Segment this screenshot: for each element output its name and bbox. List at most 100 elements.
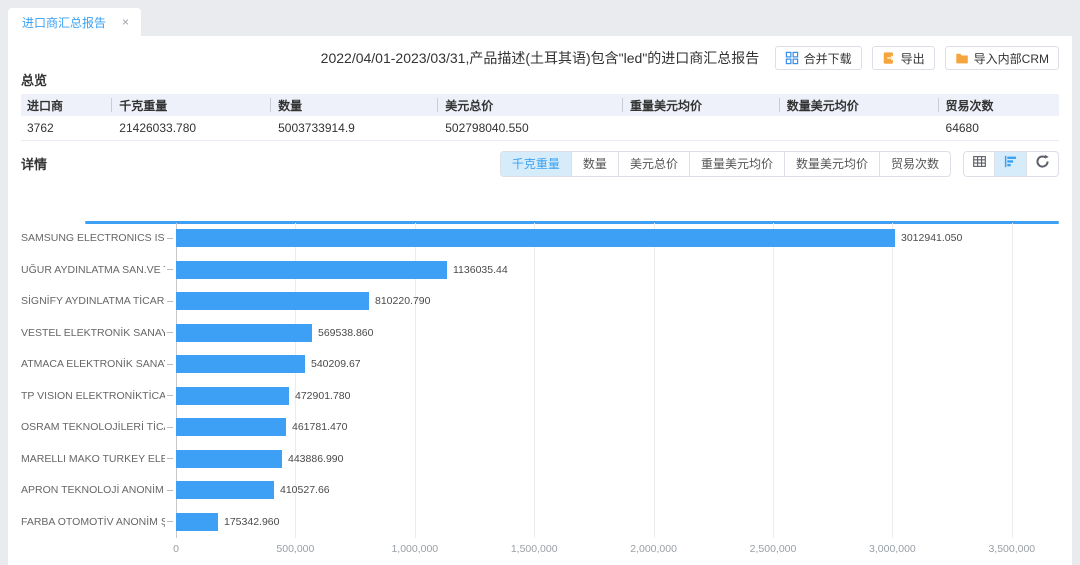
x-axis-tick-label: 0 bbox=[173, 543, 179, 555]
import-crm-icon bbox=[955, 51, 969, 65]
overview-column-header: 千克重量 bbox=[111, 94, 270, 116]
bar[interactable] bbox=[176, 229, 895, 247]
chart-row: SAMSUNG ELECTRONICS ISTANBUL P... 3012941… bbox=[21, 223, 1059, 255]
metric-tab-1[interactable]: 千克重量 bbox=[500, 151, 572, 177]
metric-tab-2[interactable]: 数量 bbox=[572, 151, 619, 177]
bar-category-label: APRON TEKNOLOJİ ANONİM ŞİRKETİ bbox=[21, 484, 165, 496]
bar-value-label: 3012941.050 bbox=[901, 232, 962, 244]
x-axis-tick-label: 2,000,000 bbox=[630, 543, 677, 555]
bar-value-label: 443886.990 bbox=[288, 453, 343, 465]
bar-chart-view-button[interactable] bbox=[995, 151, 1027, 177]
details-toolbar: 详情 千克重量数量美元总价重量美元均价数量美元均价贸易次数 bbox=[21, 151, 1059, 177]
bar[interactable] bbox=[176, 355, 305, 373]
export-icon bbox=[882, 51, 896, 65]
chart-row: FARBA OTOMOTİV ANONİM ŞİRKETİ 175342.960 bbox=[21, 506, 1059, 538]
importer-bar-chart: SAMSUNG ELECTRONICS ISTANBUL P... 3012941… bbox=[21, 221, 1059, 565]
overview-cell: 3762 bbox=[21, 116, 111, 140]
chart-row: APRON TEKNOLOJİ ANONİM ŞİRKETİ 410527.66 bbox=[21, 475, 1059, 507]
overview-header-row: 进口商千克重量数量美元总价重量美元均价数量美元均价贸易次数 bbox=[21, 94, 1059, 116]
export-button[interactable]: 导出 bbox=[872, 46, 935, 70]
chart-row: SİGNİFY AYDINLATMA TİCARET ANO... 810220.… bbox=[21, 286, 1059, 318]
x-axis: 0 500,000 1,000,000 1,500,000 2,000,000 2,500… bbox=[176, 543, 1059, 557]
chart-rows: SAMSUNG ELECTRONICS ISTANBUL P... 3012941… bbox=[21, 223, 1059, 538]
bar-track: 410527.66 bbox=[176, 475, 1059, 507]
bar-category-label: ATMACA ELEKTRONİK SANAYİ VE Tİ... bbox=[21, 358, 165, 370]
bar-value-label: 540209.67 bbox=[311, 358, 361, 370]
bar[interactable] bbox=[176, 450, 282, 468]
button-label: 导入内部CRM bbox=[974, 50, 1049, 67]
overview-cell: 64680 bbox=[938, 116, 1059, 140]
x-axis-tick-label: 3,000,000 bbox=[869, 543, 916, 555]
overview-cell: 5003733914.9 bbox=[270, 116, 437, 140]
tab-close-icon[interactable]: × bbox=[122, 16, 129, 28]
overview-column-header: 数量美元均价 bbox=[779, 94, 938, 116]
bar[interactable] bbox=[176, 261, 447, 279]
bar-category-label: VESTEL ELEKTRONİK SANAYİ VE Tİ... bbox=[21, 327, 165, 339]
overview-column-header: 数量 bbox=[270, 94, 437, 116]
overview-section-label: 总览 bbox=[21, 74, 1059, 88]
bar-value-label: 569538.860 bbox=[318, 327, 373, 339]
chart-row: TP VISION ELEKTRONİKTİCARET AN...472901.… bbox=[21, 380, 1059, 412]
axis-tick bbox=[167, 269, 173, 270]
header-actions: 合并下载 导出 导入内部CRM bbox=[775, 46, 1059, 70]
import-internal-crm-button[interactable]: 导入内部CRM bbox=[945, 46, 1059, 70]
bar-track: 3012941.050 bbox=[176, 223, 1059, 255]
x-axis-tick-label: 1,500,000 bbox=[511, 543, 558, 555]
chart-row: UĞUR AYDINLATMA SAN.VE TİC.LTD...1136035… bbox=[21, 254, 1059, 286]
metric-tab-4[interactable]: 重量美元均价 bbox=[690, 151, 785, 177]
bar-category-label: SİGNİFY AYDINLATMA TİCARET ANO... bbox=[21, 295, 165, 307]
table-icon bbox=[972, 154, 987, 174]
chart-row: MARELLI MAKO TURKEY ELEKTRİK S... 443886.… bbox=[21, 443, 1059, 475]
bar-category-label: OSRAM TEKNOLOJİLERİ TİCARET AN... bbox=[21, 421, 165, 433]
x-axis-tick-label: 1,000,000 bbox=[391, 543, 438, 555]
bar-value-label: 410527.66 bbox=[280, 484, 330, 496]
bar[interactable] bbox=[176, 481, 274, 499]
table-view-button[interactable] bbox=[963, 151, 995, 177]
axis-tick bbox=[167, 427, 173, 428]
bar-track: 540209.67 bbox=[176, 349, 1059, 381]
bar-category-label: MARELLI MAKO TURKEY ELEKTRİK S... bbox=[21, 453, 165, 465]
bar-chart-icon bbox=[1003, 154, 1018, 174]
title-row: 2022/04/01-2023/03/31,产品描述(土耳其语)包含"led"的… bbox=[21, 46, 1059, 68]
bar-category-label: UĞUR AYDINLATMA SAN.VE TİC.LTD... bbox=[21, 264, 165, 276]
tab-import-summary-report[interactable]: 进口商汇总报告 × bbox=[8, 8, 141, 36]
overview-cell: 502798040.550 bbox=[437, 116, 622, 140]
bar[interactable] bbox=[176, 387, 289, 405]
bar-category-label: SAMSUNG ELECTRONICS ISTANBUL P... bbox=[21, 232, 165, 244]
bar-track: 175342.960 bbox=[176, 506, 1059, 538]
overview-data-row: 376221426033.7805003733914.9502798040.55… bbox=[21, 116, 1059, 140]
x-axis-tick-label: 2,500,000 bbox=[750, 543, 797, 555]
bar[interactable] bbox=[176, 418, 286, 436]
overview-column-header: 美元总价 bbox=[437, 94, 622, 116]
x-axis-tick-label: 3,500,000 bbox=[988, 543, 1035, 555]
axis-tick bbox=[167, 301, 173, 302]
refresh-button[interactable] bbox=[1027, 151, 1059, 177]
overview-table: 进口商千克重量数量美元总价重量美元均价数量美元均价贸易次数37622142603… bbox=[21, 94, 1059, 141]
details-section-label: 详情 bbox=[21, 154, 47, 173]
refresh-icon bbox=[1035, 154, 1050, 174]
axis-tick bbox=[167, 490, 173, 491]
metric-tab-3[interactable]: 美元总价 bbox=[619, 151, 690, 177]
bar-category-label: TP VISION ELEKTRONİKTİCARET AN... bbox=[21, 390, 165, 402]
overview-cell: 21426033.780 bbox=[111, 116, 270, 140]
view-tool-group bbox=[963, 151, 1059, 177]
axis-tick bbox=[167, 332, 173, 333]
bar-track: 810220.790 bbox=[176, 286, 1059, 318]
bar-category-label: FARBA OTOMOTİV ANONİM ŞİRKETİ bbox=[21, 516, 165, 528]
merge-download-button[interactable]: 合并下载 bbox=[775, 46, 862, 70]
bar[interactable] bbox=[176, 513, 218, 531]
metric-tab-6[interactable]: 贸易次数 bbox=[880, 151, 951, 177]
bar[interactable] bbox=[176, 324, 312, 342]
chart-row: ATMACA ELEKTRONİK SANAYİ VE Tİ... 540209.… bbox=[21, 349, 1059, 381]
x-axis-tick-label: 500,000 bbox=[276, 543, 314, 555]
bar[interactable] bbox=[176, 292, 369, 310]
axis-tick bbox=[167, 521, 173, 522]
bar-value-label: 461781.470 bbox=[292, 421, 347, 433]
overview-cell bbox=[779, 116, 938, 140]
bar-value-label: 810220.790 bbox=[375, 295, 430, 307]
metric-tab-group: 千克重量数量美元总价重量美元均价数量美元均价贸易次数 bbox=[500, 151, 951, 177]
chart-row: OSRAM TEKNOLOJİLERİ TİCARET AN... 461781.… bbox=[21, 412, 1059, 444]
metric-tab-5[interactable]: 数量美元均价 bbox=[785, 151, 880, 177]
button-label: 合并下载 bbox=[804, 50, 852, 67]
overview-cell bbox=[622, 116, 779, 140]
